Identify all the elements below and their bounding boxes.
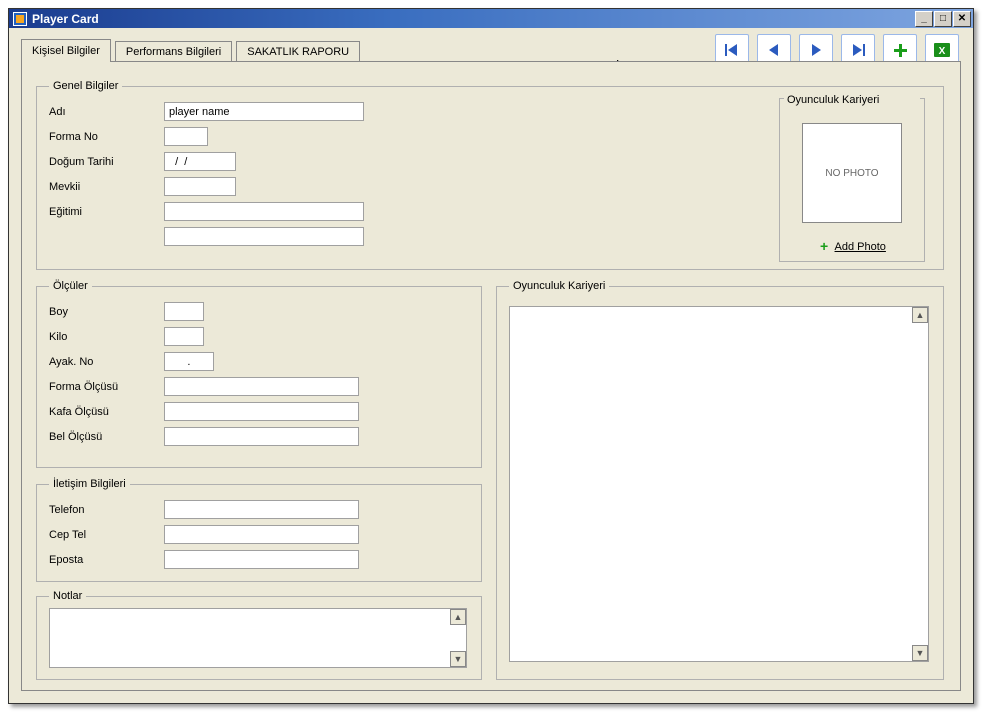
window-buttons: _ □ ✕ <box>914 11 971 27</box>
label-cep: Cep Tel <box>49 529 164 541</box>
scroll-up-button[interactable]: ▲ <box>912 307 928 323</box>
label-kafa-olcusu: Kafa Ölçüsü <box>49 406 164 418</box>
player-card-window: Player Card _ □ ✕ X <box>8 8 974 704</box>
egitimi-field-1[interactable] <box>164 202 364 221</box>
label-adi: Adı <box>49 106 164 118</box>
tab-performans-bilgileri[interactable]: Performans Bilgileri <box>115 41 232 62</box>
scroll-down-button[interactable]: ▼ <box>912 645 928 661</box>
label-mevkii: Mevkii <box>49 181 164 193</box>
app-icon <box>13 12 27 26</box>
kariyer-group: Oyunculuk Kariyeri ▲ ▼ <box>496 280 944 680</box>
egitimi-field-2[interactable] <box>164 227 364 246</box>
olculer-group: Ölçüler Boy Kilo Ayak. No Forma Ölçüsü <box>36 280 482 468</box>
photo-legend: Oyunculuk Kariyeri <box>784 94 920 106</box>
tab-bar: Kişisel Bilgiler Performans Bilgileri SA… <box>21 39 961 62</box>
notlar-legend: Notlar <box>49 590 86 602</box>
window-title: Player Card <box>32 12 914 26</box>
label-telefon: Telefon <box>49 504 164 516</box>
notlar-textarea[interactable]: ▲ ▼ <box>49 608 467 668</box>
tab-kisisel-bilgiler[interactable]: Kişisel Bilgiler <box>21 39 111 62</box>
olculer-legend: Ölçüler <box>49 280 92 292</box>
minimize-button[interactable]: _ <box>915 11 933 27</box>
close-button[interactable]: ✕ <box>953 11 971 27</box>
label-egitimi: Eğitimi <box>49 206 164 218</box>
photo-group: Oyunculuk Kariyeri NO PHOTO + Add Photo <box>779 98 925 262</box>
kariyer-textarea[interactable]: ▲ ▼ <box>509 306 929 662</box>
kilo-field[interactable] <box>164 327 204 346</box>
tab-sakatlik-raporu[interactable]: SAKATLIK RAPORU <box>236 41 360 62</box>
titlebar: Player Card _ □ ✕ <box>9 9 973 28</box>
cep-tel-field[interactable] <box>164 525 359 544</box>
mevkii-field[interactable] <box>164 177 236 196</box>
genel-bilgiler-legend: Genel Bilgiler <box>49 80 122 92</box>
boy-field[interactable] <box>164 302 204 321</box>
notlar-group: Notlar ▲ ▼ <box>36 590 482 680</box>
kafa-olcusu-field[interactable] <box>164 402 359 421</box>
scroll-down-button[interactable]: ▼ <box>450 651 466 667</box>
label-forma-no: Forma No <box>49 131 164 143</box>
label-forma-olcusu: Forma Ölçüsü <box>49 381 164 393</box>
forma-no-field[interactable] <box>164 127 208 146</box>
plus-icon: + <box>818 241 830 253</box>
photo-placeholder: NO PHOTO <box>802 123 902 223</box>
scroll-up-button[interactable]: ▲ <box>450 609 466 625</box>
bel-olcusu-field[interactable] <box>164 427 359 446</box>
maximize-button[interactable]: □ <box>934 11 952 27</box>
label-kilo: Kilo <box>49 331 164 343</box>
kariyer-legend: Oyunculuk Kariyeri <box>509 280 609 292</box>
iletisim-group: İletişim Bilgileri Telefon Cep Tel Epost… <box>36 478 482 582</box>
window-body: X Kişisel Bilgiler Performans Bilgileri … <box>9 28 973 703</box>
eposta-field[interactable] <box>164 550 359 569</box>
tab-panel: Genel Bilgiler Adı Forma No Doğum Tarihi… <box>21 61 961 691</box>
label-eposta: Eposta <box>49 554 164 566</box>
forma-olcusu-field[interactable] <box>164 377 359 396</box>
label-dogum: Doğum Tarihi <box>49 156 164 168</box>
genel-bilgiler-group: Genel Bilgiler Adı Forma No Doğum Tarihi… <box>36 80 944 270</box>
add-photo-link[interactable]: Add Photo <box>835 241 886 253</box>
ayak-no-field[interactable] <box>164 352 214 371</box>
label-boy: Boy <box>49 306 164 318</box>
label-ayak: Ayak. No <box>49 356 164 368</box>
adi-field[interactable] <box>164 102 364 121</box>
dogum-tarihi-field[interactable] <box>164 152 236 171</box>
telefon-field[interactable] <box>164 500 359 519</box>
label-bel-olcusu: Bel Ölçüsü <box>49 431 164 443</box>
iletisim-legend: İletişim Bilgileri <box>49 478 130 490</box>
